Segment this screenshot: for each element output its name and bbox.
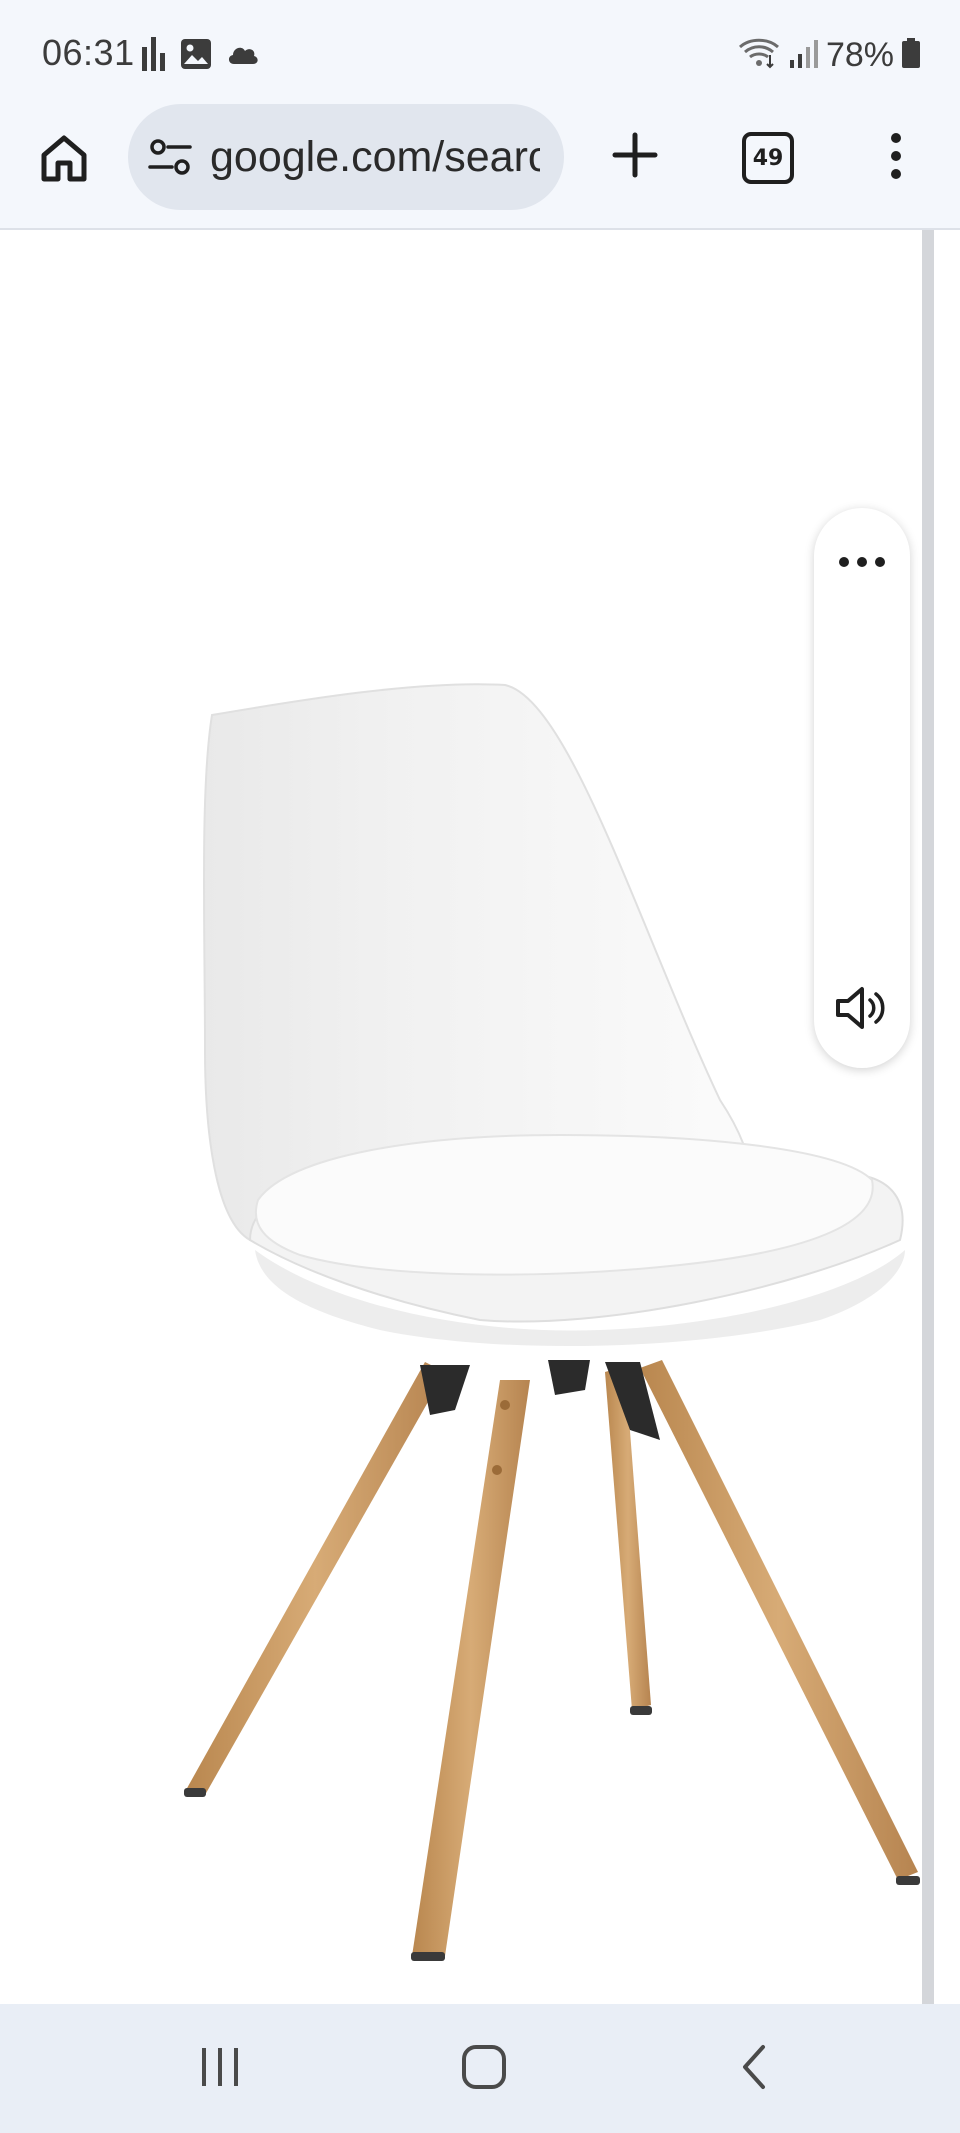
home-icon	[39, 133, 89, 188]
wifi-icon	[738, 37, 780, 74]
plus-icon	[612, 132, 658, 183]
chair-image[interactable]	[0, 230, 922, 2004]
battery-icon	[902, 37, 920, 73]
speaker-icon	[834, 984, 890, 1037]
more-horiz-icon	[837, 555, 887, 573]
system-nav-bar	[0, 2004, 960, 2133]
url-text[interactable]: google.com/search	[210, 133, 540, 182]
battery-percent: 78%	[825, 35, 894, 74]
new-tab-button[interactable]	[596, 118, 674, 196]
cloud-icon	[226, 42, 260, 71]
home-button[interactable]	[28, 124, 100, 196]
tune-icon[interactable]	[146, 133, 194, 181]
recents-icon	[198, 2046, 242, 2093]
status-bar: 06:31 78%	[0, 0, 960, 104]
rail-more-button[interactable]	[828, 530, 896, 598]
status-icons-right: 78%	[738, 34, 920, 76]
signal-icon	[788, 38, 818, 73]
menu-button[interactable]	[860, 120, 932, 196]
more-vert-icon	[889, 132, 903, 185]
status-icons-left	[142, 36, 260, 76]
address-bar[interactable]: google.com/search	[128, 104, 564, 210]
scrollbar[interactable]	[922, 230, 934, 2004]
system-home-button[interactable]	[444, 2034, 524, 2104]
read-aloud-button[interactable]	[828, 976, 896, 1044]
tab-count: 49	[742, 132, 794, 184]
browser-toolbar: google.com/search 49	[0, 104, 960, 230]
gallery-icon	[180, 38, 212, 75]
home-outline-icon	[461, 2044, 507, 2095]
tab-switcher-button[interactable]: 49	[730, 120, 806, 196]
back-button[interactable]	[714, 2034, 794, 2104]
activity-bars-icon	[142, 36, 166, 76]
page-content	[0, 230, 922, 2004]
status-time: 06:31	[42, 32, 135, 73]
side-action-rail	[814, 508, 910, 1068]
recents-button[interactable]	[180, 2034, 260, 2104]
back-icon	[739, 2044, 769, 2095]
